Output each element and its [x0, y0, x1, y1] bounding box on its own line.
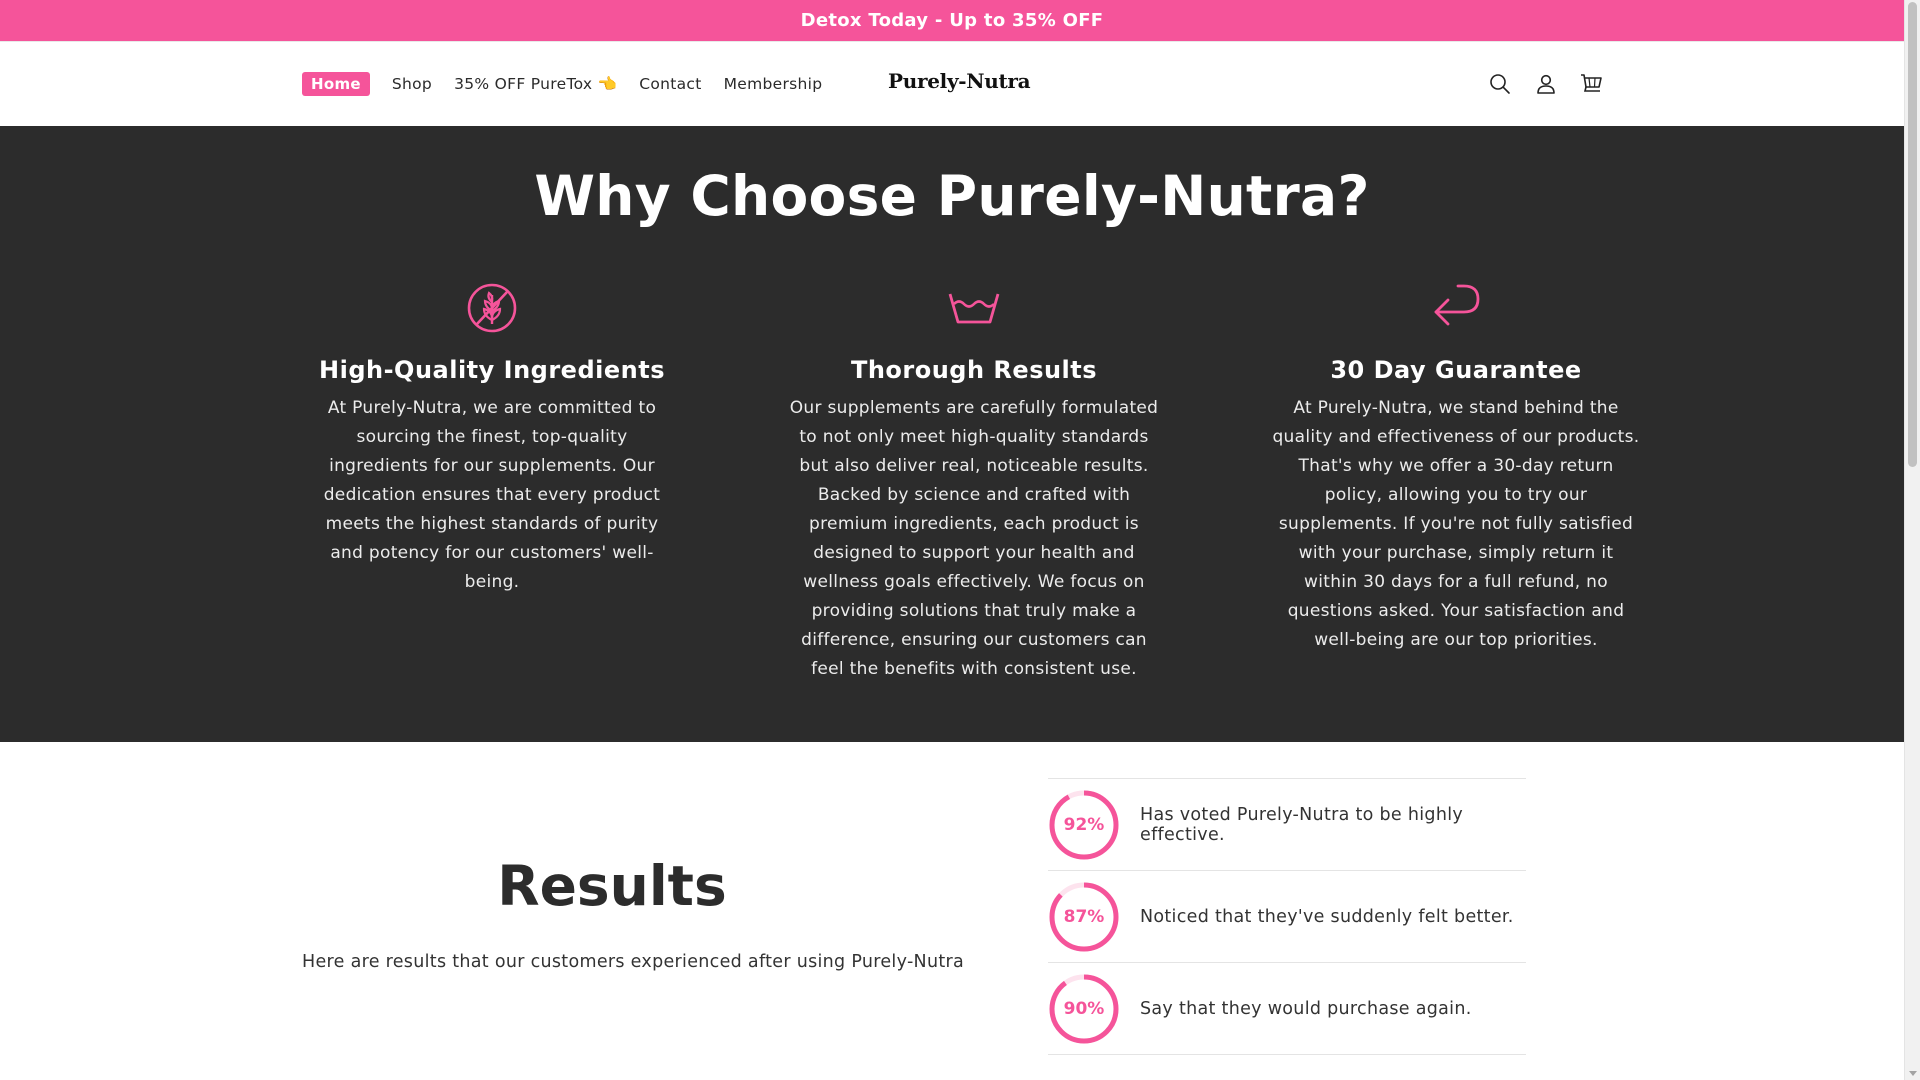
results-section: Results Here are results that our custom…: [0, 742, 1904, 1080]
main-nav: Home Shop 35% OFF PureTox 👈 Contact Memb…: [302, 42, 844, 126]
results-title: Results: [497, 854, 727, 918]
stat-text: Has voted Purely-Nutra to be highly effe…: [1140, 804, 1464, 845]
nav-membership[interactable]: Membership: [724, 75, 823, 93]
percent-label: 90%: [1063, 998, 1105, 1019]
stat-row: 90% Say that they would purchase again.: [1048, 963, 1526, 1055]
return-arrow-icon: [1434, 284, 1480, 326]
results-subtitle: Here are results that our customers expe…: [302, 952, 965, 972]
feature-quality: High-Quality Ingredients At Purely-Nutra…: [302, 278, 682, 684]
why-title: Why Choose Purely-Nutra?: [534, 164, 1370, 228]
wheat-icon: [467, 283, 517, 333]
feature-results-text: Our supplements are carefully formulated…: [789, 398, 1159, 679]
nav-contact[interactable]: Contact: [639, 75, 701, 93]
feature-quality-title: High-Quality Ingredients: [319, 356, 665, 384]
account-icon[interactable]: [1534, 72, 1558, 96]
results-stats: 92% Has voted Purely-Nutra to be highly …: [1048, 778, 1526, 1055]
feature-quality-text: At Purely-Nutra, we are committed to sou…: [323, 398, 661, 592]
percent-ring: 90%: [1048, 973, 1120, 1045]
feature-results-title: Thorough Results: [850, 356, 1098, 384]
stat-text: Noticed that they've suddenly felt bette…: [1140, 906, 1514, 927]
feature-guarantee-title: 30 Day Guarantee: [1330, 356, 1582, 384]
feature-results: Thorough Results Our supplements are car…: [784, 278, 1164, 684]
feature-guarantee: 30 Day Guarantee At Purely-Nutra, we sta…: [1266, 278, 1646, 684]
header-actions: [1488, 42, 1604, 126]
page-scrollbar[interactable]: [1904, 0, 1920, 1080]
announcement-text[interactable]: Detox Today - Up to 35% OFF: [801, 10, 1104, 31]
nav-puretox-offer[interactable]: 35% OFF PureTox 👈: [454, 75, 617, 93]
scroll-down-arrow[interactable]: [1909, 1071, 1917, 1076]
stat-text: Say that they would purchase again.: [1140, 998, 1472, 1019]
site-logo[interactable]: Purely-Nutra: [888, 69, 1031, 93]
stat-row: 92% Has voted Purely-Nutra to be highly …: [1048, 779, 1526, 871]
site-header: Home Shop 35% OFF PureTox 👈 Contact Memb…: [0, 42, 1904, 126]
announcement-bar: Detox Today - Up to 35% OFF: [0, 0, 1904, 42]
search-icon[interactable]: [1488, 72, 1512, 96]
scrollbar-thumb[interactable]: [1908, 2, 1917, 467]
cart-icon[interactable]: [1580, 72, 1604, 96]
percent-label: 92%: [1063, 814, 1105, 835]
feature-columns: High-Quality Ingredients At Purely-Nutra…: [302, 278, 1646, 684]
percent-ring: 87%: [1048, 881, 1120, 953]
stat-row: 87% Noticed that they've suddenly felt b…: [1048, 871, 1526, 963]
percent-ring: 92%: [1048, 789, 1120, 861]
percent-label: 87%: [1063, 906, 1105, 927]
feature-guarantee-text: At Purely-Nutra, we stand behind the qua…: [1272, 398, 1640, 650]
nav-shop[interactable]: Shop: [392, 75, 432, 93]
why-choose-section: Why Choose Purely-Nutra? High-Quality In…: [0, 126, 1904, 742]
page: Detox Today - Up to 35% OFF Home Shop 35…: [0, 0, 1904, 1080]
nav-home[interactable]: Home: [302, 72, 370, 96]
washing-bowl-icon: [948, 293, 1000, 324]
